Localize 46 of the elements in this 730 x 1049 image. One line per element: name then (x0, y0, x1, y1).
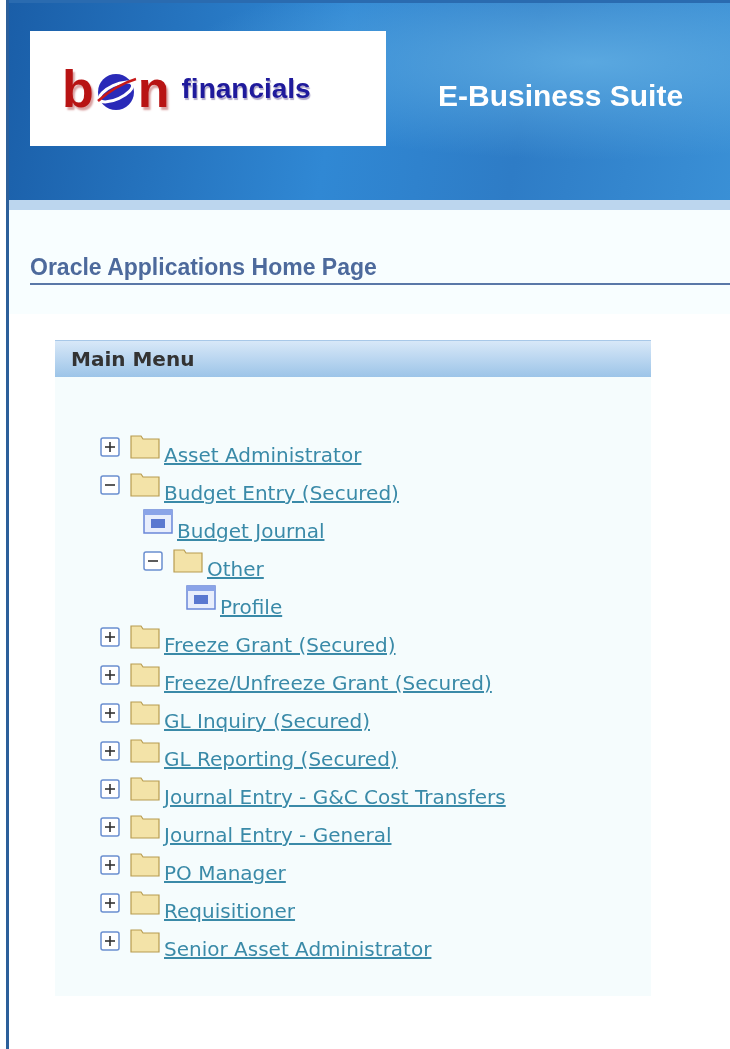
expand-icon[interactable] (100, 665, 120, 685)
collapse-icon[interactable] (100, 475, 120, 495)
folder-icon (130, 737, 160, 763)
expand-icon[interactable] (100, 931, 120, 951)
menu-link[interactable]: Freeze/Unfreeze Grant (Secured) (164, 671, 492, 695)
menu-link[interactable]: Journal Entry - General (164, 823, 392, 847)
expand-icon[interactable] (100, 437, 120, 457)
folder-icon (130, 699, 160, 725)
folder-icon (130, 471, 160, 497)
menu-link[interactable]: Journal Entry - G&C Cost Transfers (164, 785, 506, 809)
menu-link[interactable]: Requisitioner (164, 899, 296, 923)
folder-icon (130, 851, 160, 877)
expand-icon[interactable] (100, 779, 120, 799)
expand-icon[interactable] (100, 817, 120, 837)
folder-icon (130, 813, 160, 839)
expand-icon[interactable] (100, 703, 120, 723)
folder-icon (130, 927, 160, 953)
expand-icon[interactable] (100, 627, 120, 647)
menu-link[interactable]: GL Reporting (Secured) (164, 747, 398, 771)
window-icon (143, 509, 173, 535)
logo-mark: n (137, 62, 170, 115)
folder-icon (130, 775, 160, 801)
expand-icon[interactable] (100, 893, 120, 913)
menu-link[interactable]: Budget Journal (177, 519, 325, 543)
menu-link[interactable]: Asset Administrator (164, 443, 362, 467)
folder-icon (130, 661, 160, 687)
menu-link[interactable]: Freeze Grant (Secured) (164, 633, 396, 657)
app-title: E-Business Suite (438, 79, 684, 113)
menu-link[interactable]: Budget Entry (Secured) (164, 481, 399, 505)
window-icon (186, 585, 216, 611)
logo-text: financials (181, 72, 311, 105)
menu-link[interactable]: Other (207, 557, 264, 581)
folder-icon (130, 623, 160, 649)
menu-link[interactable]: Profile (220, 595, 283, 619)
panel-title: Main Menu (55, 340, 651, 377)
expand-icon[interactable] (100, 741, 120, 761)
menu-link[interactable]: Senior Asset Administrator (164, 937, 432, 961)
expand-icon[interactable] (100, 855, 120, 875)
folder-icon (173, 547, 203, 573)
menu-link[interactable]: PO Manager (164, 861, 286, 885)
page-title: Oracle Applications Home Page (30, 254, 730, 285)
collapse-icon[interactable] (143, 551, 163, 571)
logo-mark: b (62, 62, 94, 115)
menu-link[interactable]: GL Inquiry (Secured) (164, 709, 370, 733)
folder-icon (130, 433, 160, 459)
folder-icon (130, 889, 160, 915)
